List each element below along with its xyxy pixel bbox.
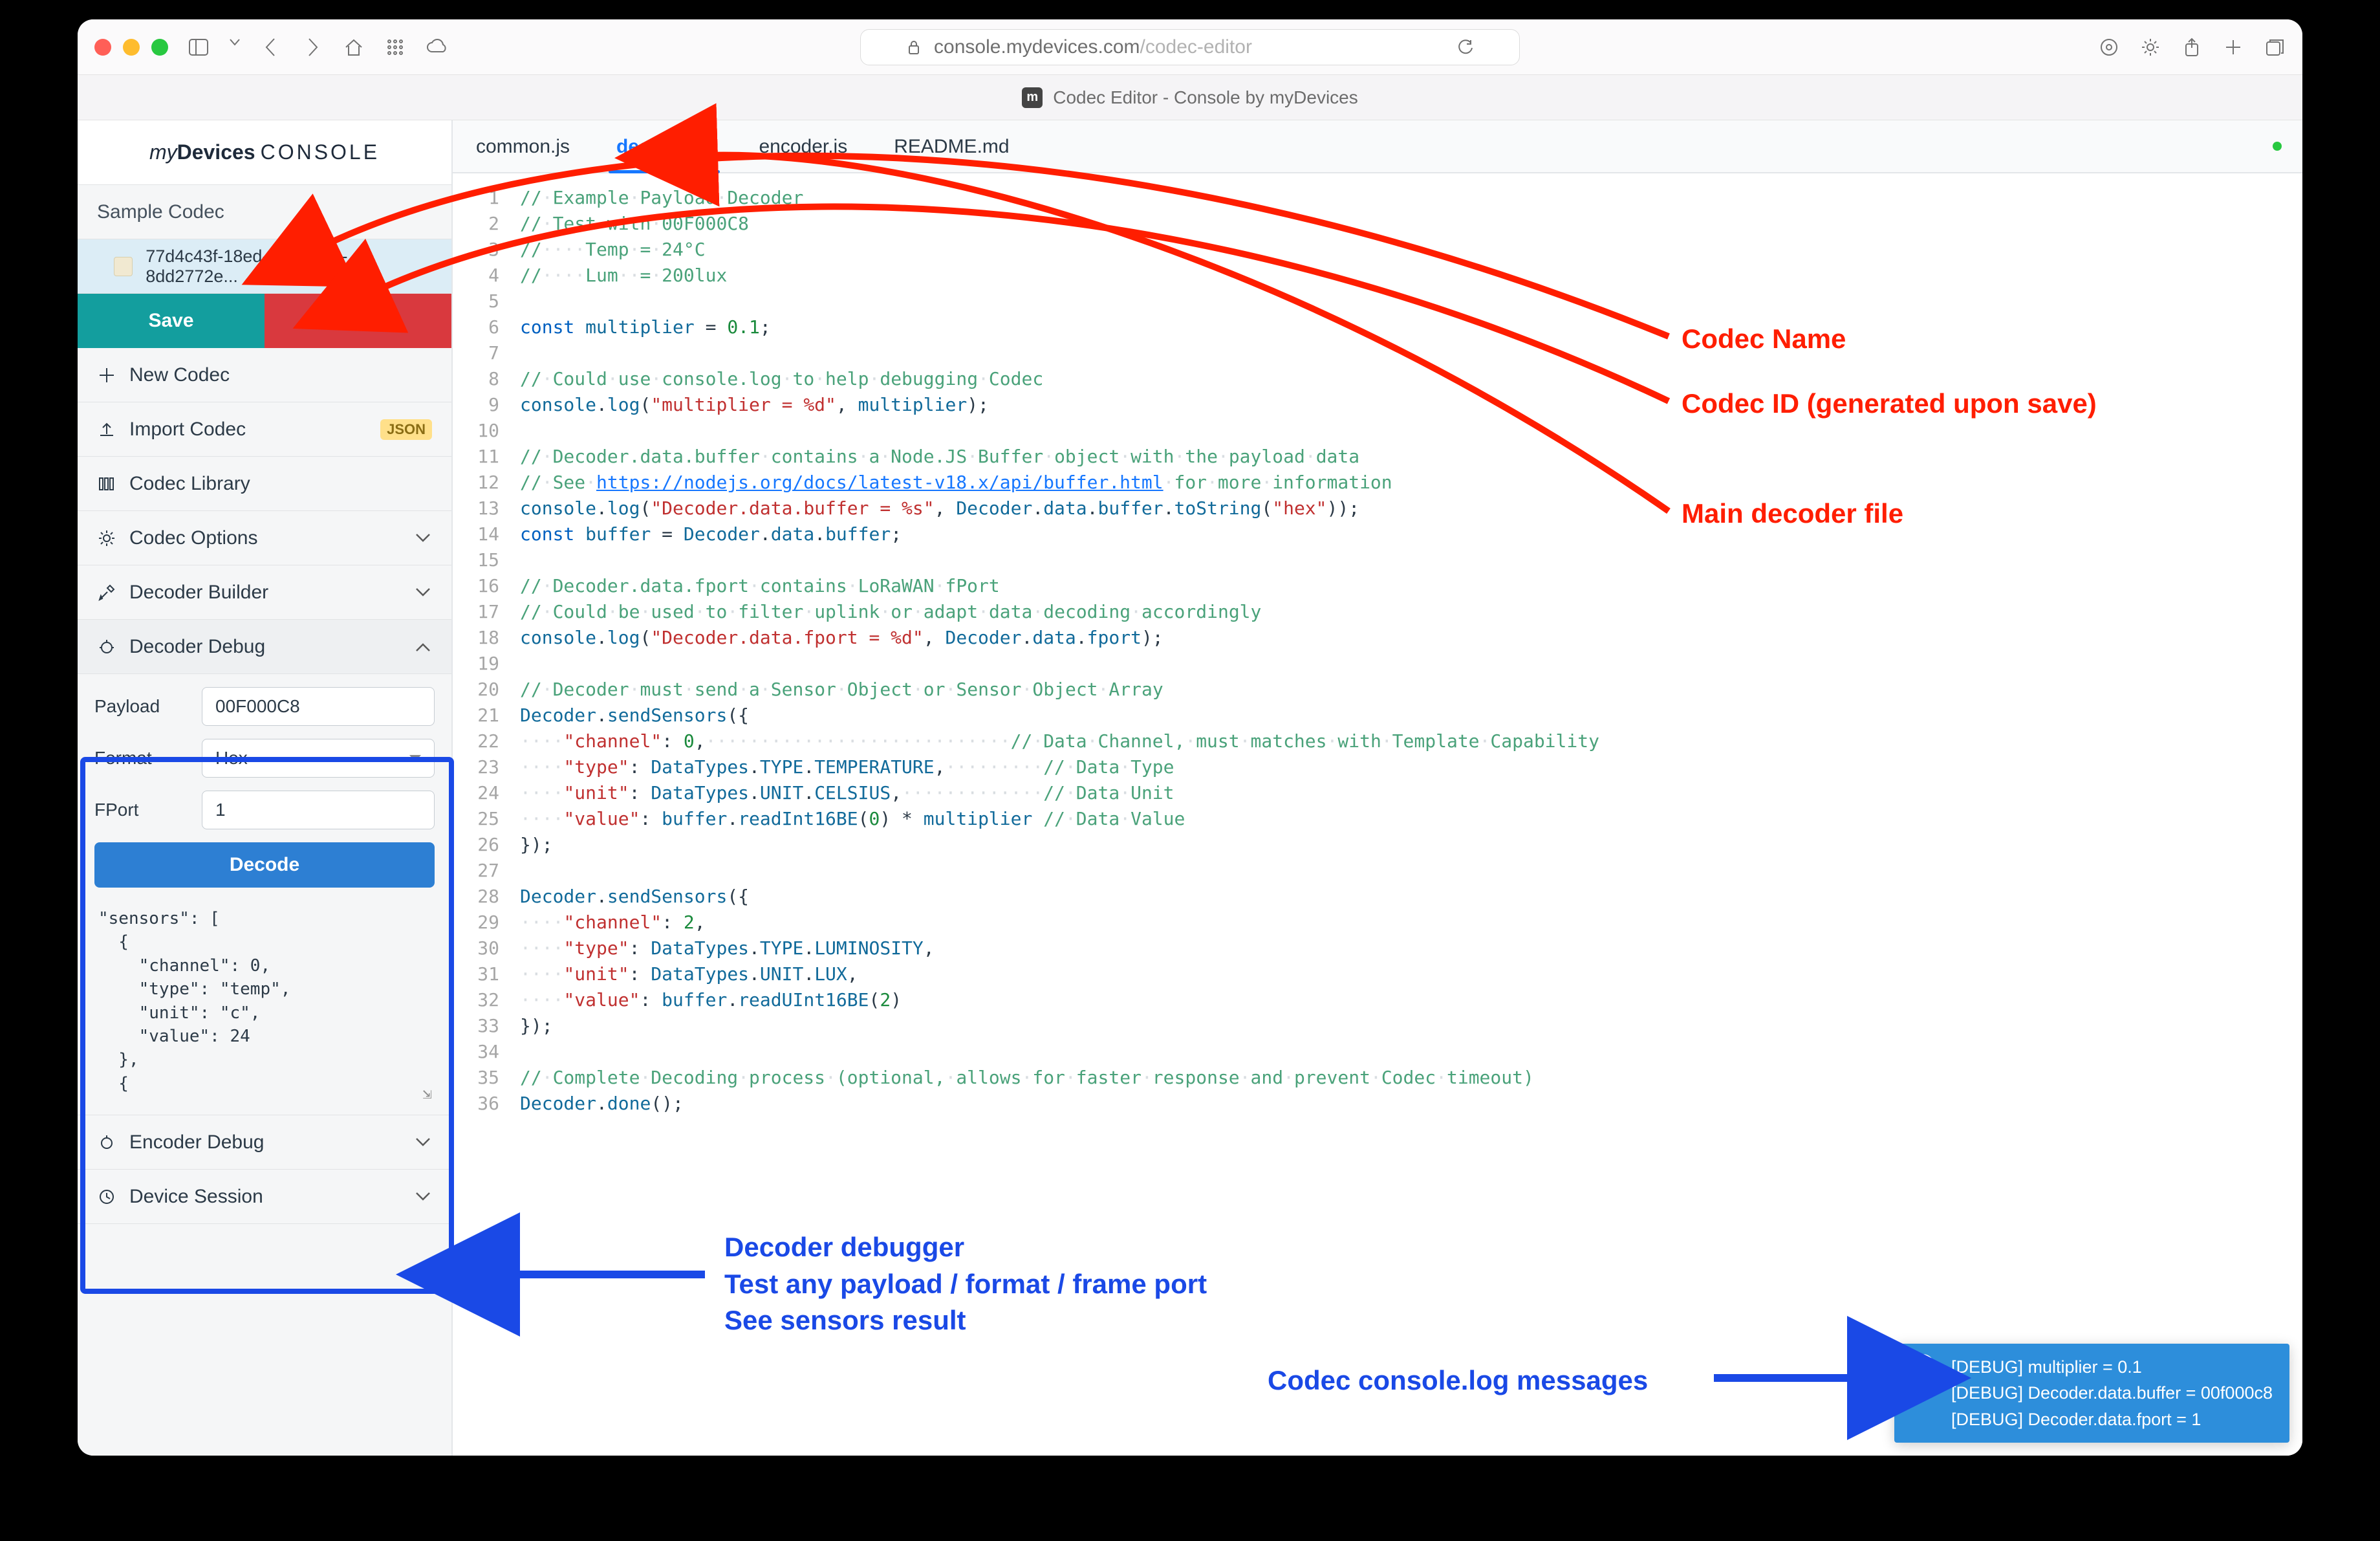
file-tab-encoder-js[interactable]: encoder.js (755, 122, 851, 172)
console-messages: [DEBUG] multiplier = 0.1 [DEBUG] Decoder… (1951, 1354, 2273, 1433)
code-area[interactable]: //·Example·Payload·Decoder//·Test·with·0… (511, 173, 2302, 1456)
gear-icon[interactable] (2139, 36, 2161, 58)
codec-id-row[interactable]: 77d4c43f-18ed-4f10-8bfa-8dd2772e... (78, 239, 451, 294)
status-indicator-icon (2273, 142, 2282, 151)
decoder-debug-panel: Payload00F000C8 FormatHex FPort1 Decode … (78, 674, 451, 1115)
gear-icon (97, 529, 116, 548)
file-icon (114, 257, 133, 276)
file-tab-common-js[interactable]: common.js (472, 122, 574, 172)
lock-icon (905, 39, 922, 56)
history-icon (97, 1187, 116, 1207)
payload-label: Payload (94, 696, 191, 717)
close-window-icon[interactable] (94, 39, 111, 56)
browser-titlebar: console.mydevices.com/codec-editor (78, 19, 2302, 75)
format-select[interactable]: Hex (202, 739, 435, 778)
plus-icon (97, 366, 116, 385)
chevron-down-icon (414, 584, 432, 602)
codec-name: Sample Codec (97, 201, 224, 223)
decoder-debug-row[interactable]: Decoder Debug (78, 620, 451, 674)
decode-button[interactable]: Decode (94, 842, 435, 888)
tools-icon (97, 583, 116, 602)
app-brand: myDevicesCONSOLE (78, 120, 451, 185)
json-badge: JSON (380, 419, 432, 440)
library-icon (97, 474, 116, 494)
codec-library-button[interactable]: Codec Library (78, 457, 451, 511)
sidebar-toggle-icon[interactable] (188, 36, 210, 58)
reload-icon[interactable] (1458, 39, 1475, 56)
codec-options-row[interactable]: Codec Options (78, 511, 451, 565)
codec-name-row[interactable]: Sample Codec (78, 185, 451, 239)
decoder-builder-row[interactable]: Decoder Builder (78, 565, 451, 620)
share-icon[interactable] (2181, 36, 2203, 58)
info-icon: i (1911, 1354, 1934, 1377)
bug-icon (97, 637, 116, 657)
tabs-overview-icon[interactable] (2264, 36, 2286, 58)
format-label: Format (94, 748, 191, 769)
chevron-down-icon[interactable] (229, 36, 241, 58)
chevron-down-icon (414, 1188, 432, 1206)
remove-button[interactable]: Remove (265, 294, 451, 348)
upload-icon (97, 420, 116, 439)
zoom-window-icon[interactable] (151, 39, 168, 56)
codec-id: 77d4c43f-18ed-4f10-8bfa-8dd2772e... (146, 246, 432, 287)
editor-pane: common.js decoder.js encoder.js README.md 1… (453, 120, 2302, 1456)
new-codec-button[interactable]: New Codec (78, 348, 451, 402)
encoder-debug-row[interactable]: Encoder Debug (78, 1115, 451, 1170)
forward-icon[interactable] (301, 36, 323, 58)
favicon-icon: m (1022, 87, 1043, 108)
apps-grid-icon[interactable] (384, 36, 406, 58)
fport-input[interactable]: 1 (202, 791, 435, 829)
file-tabs: common.js decoder.js encoder.js README.md (453, 120, 2302, 173)
save-button[interactable]: Save (78, 294, 265, 348)
chevron-down-icon (414, 1133, 432, 1152)
address-bar[interactable]: console.mydevices.com/codec-editor (860, 29, 1520, 65)
traffic-lights[interactable] (94, 39, 168, 56)
privacy-report-icon[interactable] (2098, 36, 2120, 58)
sidebar: myDevicesCONSOLE Sample Codec 77d4c43f-1… (78, 120, 453, 1456)
fport-label: FPort (94, 800, 191, 820)
device-session-row[interactable]: Device Session (78, 1170, 451, 1224)
url-host: console.mydevices.com/codec-editor (934, 36, 1252, 58)
cloud-icon[interactable] (426, 36, 448, 58)
line-gutter: 1 2 3 4 5 6 7 8 9 10 11 12 13 14 15 16 1… (453, 173, 511, 1456)
import-codec-button[interactable]: Import Codec JSON (78, 402, 451, 457)
browser-tab[interactable]: m Codec Editor - Console by myDevices (78, 75, 2302, 120)
console-toast: i [DEBUG] multiplier = 0.1 [DEBUG] Decod… (1894, 1344, 2289, 1443)
file-tab-README-md[interactable]: README.md (890, 122, 1013, 172)
browser-tab-title: Codec Editor - Console by myDevices (1053, 87, 1358, 108)
new-tab-icon[interactable] (2222, 36, 2244, 58)
payload-input[interactable]: 00F000C8 (202, 687, 435, 726)
home-icon[interactable] (343, 36, 365, 58)
bug-icon (97, 1133, 116, 1152)
debug-output[interactable]: "sensors": [ { "channel": 0, "type": "te… (94, 901, 435, 1102)
minimize-window-icon[interactable] (123, 39, 140, 56)
file-tab-decoder-js[interactable]: decoder.js (612, 122, 716, 172)
code-editor[interactable]: 1 2 3 4 5 6 7 8 9 10 11 12 13 14 15 16 1… (453, 173, 2302, 1456)
chevron-down-icon (414, 529, 432, 547)
back-icon[interactable] (260, 36, 282, 58)
chevron-up-icon (414, 638, 432, 656)
